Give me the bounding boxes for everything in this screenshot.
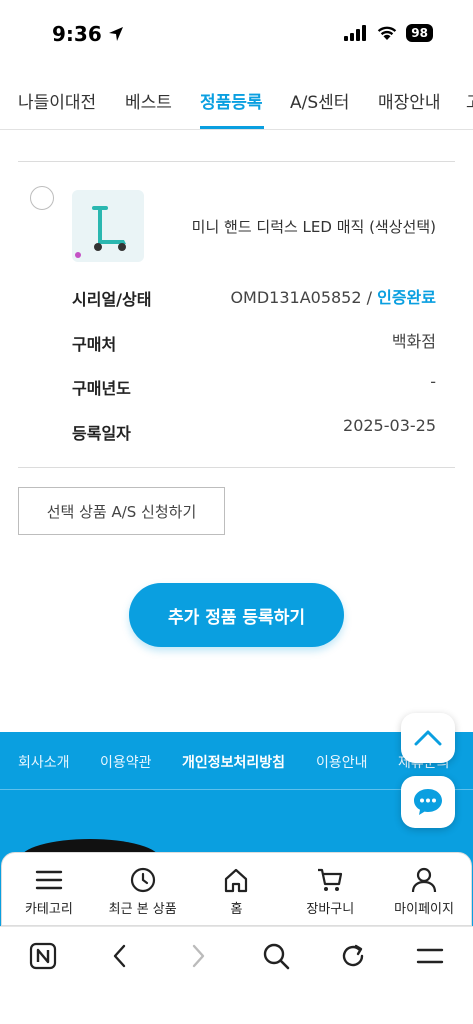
active-tab-indicator (200, 126, 264, 129)
tab-product-registration[interactable]: 정품등록 (200, 88, 263, 113)
product-select-radio[interactable] (30, 186, 54, 210)
home-icon (225, 868, 248, 893)
nav-category[interactable]: 카테고리 (2, 853, 96, 925)
nav-recent-label: 최근 본 상품 (108, 902, 177, 917)
registration-date-label: 등록일자 (72, 424, 131, 443)
cart-icon (318, 868, 343, 891)
purchase-year-label: 구매년도 (72, 379, 131, 398)
divider-bottom (18, 467, 455, 468)
nav-cart[interactable]: 장바구니 (283, 853, 377, 925)
battery-indicator: 98 (406, 24, 433, 42)
nav-cart-label: 장바구니 (306, 902, 355, 917)
category-nav-tabs: 나들이대전 베스트 정품등록 A/S센터 매장안내 고 (0, 70, 473, 130)
nav-mypage[interactable]: 마이페이지 (377, 853, 471, 925)
refresh-icon[interactable] (338, 941, 368, 971)
footer-link-terms[interactable]: 이용약관 (100, 752, 152, 772)
status-bar: 9:36 98 (0, 0, 473, 70)
product-thumbnail (72, 190, 144, 262)
serial-status-label: 시리얼/상태 (72, 290, 152, 309)
nav-home-label: 홈 (230, 902, 243, 917)
color-option-dot (75, 252, 81, 258)
purchase-year-value: - (430, 372, 436, 391)
status-icons: 98 (344, 24, 433, 42)
product-name: 미니 핸드 디럭스 LED 매직 (색상선택) (191, 218, 436, 236)
scooter-image (92, 206, 126, 251)
tab-outing-event[interactable]: 나들이대전 (18, 88, 96, 113)
divider-top (18, 161, 455, 162)
signal-icon (344, 25, 367, 41)
browser-toolbar (0, 926, 473, 1024)
serial-number: OMD131A05852 (230, 288, 362, 307)
scroll-to-top-button[interactable] (401, 713, 455, 763)
serial-separator: / (361, 288, 378, 307)
chat-bubble-icon (414, 789, 442, 815)
certification-status: 인증완료 (377, 288, 436, 307)
clock-icon (130, 867, 155, 893)
wifi-icon (378, 26, 397, 40)
tab-customer-partial[interactable]: 고 (466, 88, 473, 113)
chat-button[interactable] (401, 776, 455, 828)
location-arrow-icon (108, 27, 123, 41)
app-bottom-nav: 카테고리 최근 본 상품 홈 장바구니 마이페이지 (1, 852, 472, 926)
tab-as-center[interactable]: A/S센터 (290, 88, 349, 113)
chevron-up-icon (414, 730, 442, 746)
registration-date-value: 2025-03-25 (343, 416, 436, 435)
hamburger-menu-icon[interactable] (415, 941, 445, 971)
menu-icon (35, 870, 63, 890)
naver-home-icon[interactable] (28, 941, 58, 971)
tab-best[interactable]: 베스트 (125, 88, 172, 113)
nav-category-label: 카테고리 (24, 902, 73, 917)
tab-store-guide[interactable]: 매장안내 (378, 88, 441, 113)
footer-link-guide[interactable]: 이용안내 (316, 752, 368, 772)
purchase-place-label: 구매처 (72, 335, 117, 354)
forward-icon[interactable] (183, 941, 213, 971)
search-icon[interactable] (261, 941, 291, 971)
clock-text: 9:36 (52, 22, 102, 46)
as-request-button[interactable]: 선택 상품 A/S 신청하기 (18, 487, 225, 535)
nav-recent[interactable]: 최근 본 상품 (96, 853, 190, 925)
user-icon (411, 867, 437, 893)
footer-link-company[interactable]: 회사소개 (18, 752, 70, 772)
status-time: 9:36 (52, 22, 124, 46)
back-icon[interactable] (105, 941, 135, 971)
nav-mypage-label: 마이페이지 (394, 902, 454, 917)
purchase-place-value: 백화점 (391, 332, 436, 351)
footer-link-privacy[interactable]: 개인정보처리방침 (182, 752, 285, 772)
serial-status-value: OMD131A05852 / 인증완료 (230, 284, 436, 308)
nav-home[interactable]: 홈 (190, 853, 284, 925)
add-registration-button[interactable]: 추가 정품 등록하기 (129, 583, 344, 647)
